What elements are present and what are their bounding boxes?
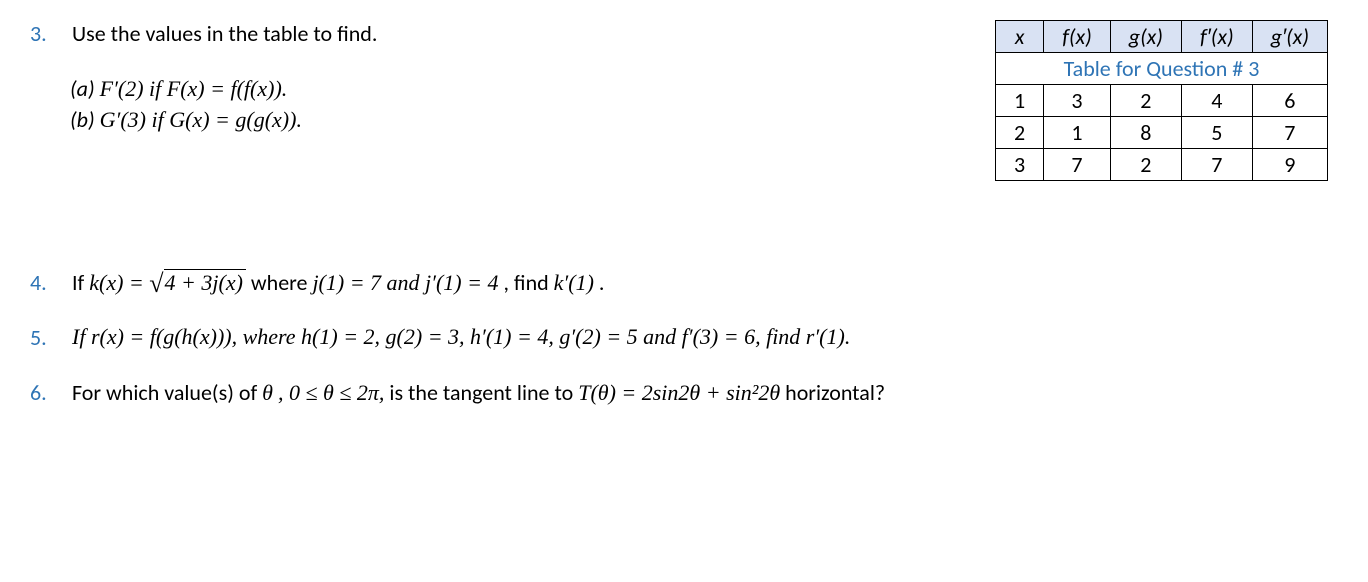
table-cell: 7 — [1044, 149, 1111, 181]
question-4: 4. If k(x) = √ 4 + 3j(x) where j(1) = 7 … — [30, 269, 1338, 296]
question-number: 6. — [30, 379, 58, 406]
table-cell: 8 — [1110, 117, 1181, 149]
table-header: g(x) — [1110, 21, 1181, 53]
q4-text: If — [72, 269, 89, 296]
table-cell: 2 — [1110, 149, 1181, 181]
table-header: f′(x) — [1181, 21, 1252, 53]
table-row: 3 7 2 7 9 — [996, 149, 1328, 181]
q6-before: For which value(s) of — [72, 379, 262, 406]
part-b-text: G′(3) if G(x) = g(g(x)). — [100, 107, 302, 132]
q4-period: . — [599, 269, 605, 296]
question-3-parts: (a) F′(2) if F(x) = f(f(x)). (b) G′(3) i… — [70, 75, 935, 133]
question-number: 3. — [30, 20, 58, 47]
table-cell: 3 — [996, 149, 1044, 181]
table-cell: 7 — [1252, 117, 1327, 149]
question-3: 3. Use the values in the table to find. … — [30, 20, 1338, 181]
part-a-label: (a) — [70, 75, 95, 102]
radicand: 4 + 3j(x) — [164, 269, 246, 296]
table-cell: 5 — [1181, 117, 1252, 149]
table-cell: 4 — [1181, 85, 1252, 117]
table-header: f(x) — [1044, 21, 1111, 53]
q4-kx: k(x) = — [89, 270, 149, 295]
table-cell: 2 — [996, 117, 1044, 149]
table-cell: 1 — [1044, 117, 1111, 149]
question-body: For which value(s) of θ , 0 ≤ θ ≤ 2π, is… — [72, 379, 1338, 406]
table-cell: 6 — [1252, 85, 1327, 117]
table-wrapper: Table for Question # 3 x f(x) g(x) f′(x)… — [995, 20, 1338, 181]
table-cell: 7 — [1181, 149, 1252, 181]
question-6: 6. For which value(s) of θ , 0 ≤ θ ≤ 2π,… — [30, 379, 1338, 406]
q6-func: T(θ) = 2sin2θ + sin²2θ — [578, 380, 780, 405]
q6-after: horizontal? — [785, 379, 885, 406]
table-title: Table for Question # 3 — [996, 53, 1328, 85]
q6-theta: θ — [262, 380, 273, 405]
q4-find: k′(1) — [554, 270, 594, 295]
question-number: 4. — [30, 269, 58, 296]
table-row: 1 3 2 4 6 — [996, 85, 1328, 117]
part-a-text: F′(2) if F(x) = f(f(x)). — [100, 76, 288, 101]
question-number: 5. — [30, 324, 58, 351]
table-cell: 1 — [996, 85, 1044, 117]
q6-range: , 0 ≤ θ ≤ 2π, — [278, 380, 384, 405]
table-cell: 9 — [1252, 149, 1327, 181]
sqrt-expression: √ 4 + 3j(x) — [149, 269, 246, 296]
table-header: g′(x) — [1252, 21, 1327, 53]
q4-after: , find — [503, 269, 553, 296]
radical-icon: √ — [149, 271, 163, 297]
table-cell: 2 — [1110, 85, 1181, 117]
table-row: 2 1 8 5 7 — [996, 117, 1328, 149]
question-prompt: Use the values in the table to find. — [72, 20, 935, 47]
table-header: x — [996, 21, 1044, 53]
q4-mid: where — [251, 269, 313, 296]
table-cell: 3 — [1044, 85, 1111, 117]
part-b-label: (b) — [70, 106, 95, 133]
q6-mid: is the tangent line to — [389, 379, 578, 406]
question-body: If r(x) = f(g(h(x))), where h(1) = 2, g(… — [72, 324, 1338, 350]
data-table: Table for Question # 3 x f(x) g(x) f′(x)… — [995, 20, 1328, 181]
table-header-row: x f(x) g(x) f′(x) g′(x) — [996, 21, 1328, 53]
question-5: 5. If r(x) = f(g(h(x))), where h(1) = 2,… — [30, 324, 1338, 351]
question-body: If k(x) = √ 4 + 3j(x) where j(1) = 7 and… — [72, 269, 1338, 296]
q4-cond: j(1) = 7 and j′(1) = 4 — [312, 270, 498, 295]
